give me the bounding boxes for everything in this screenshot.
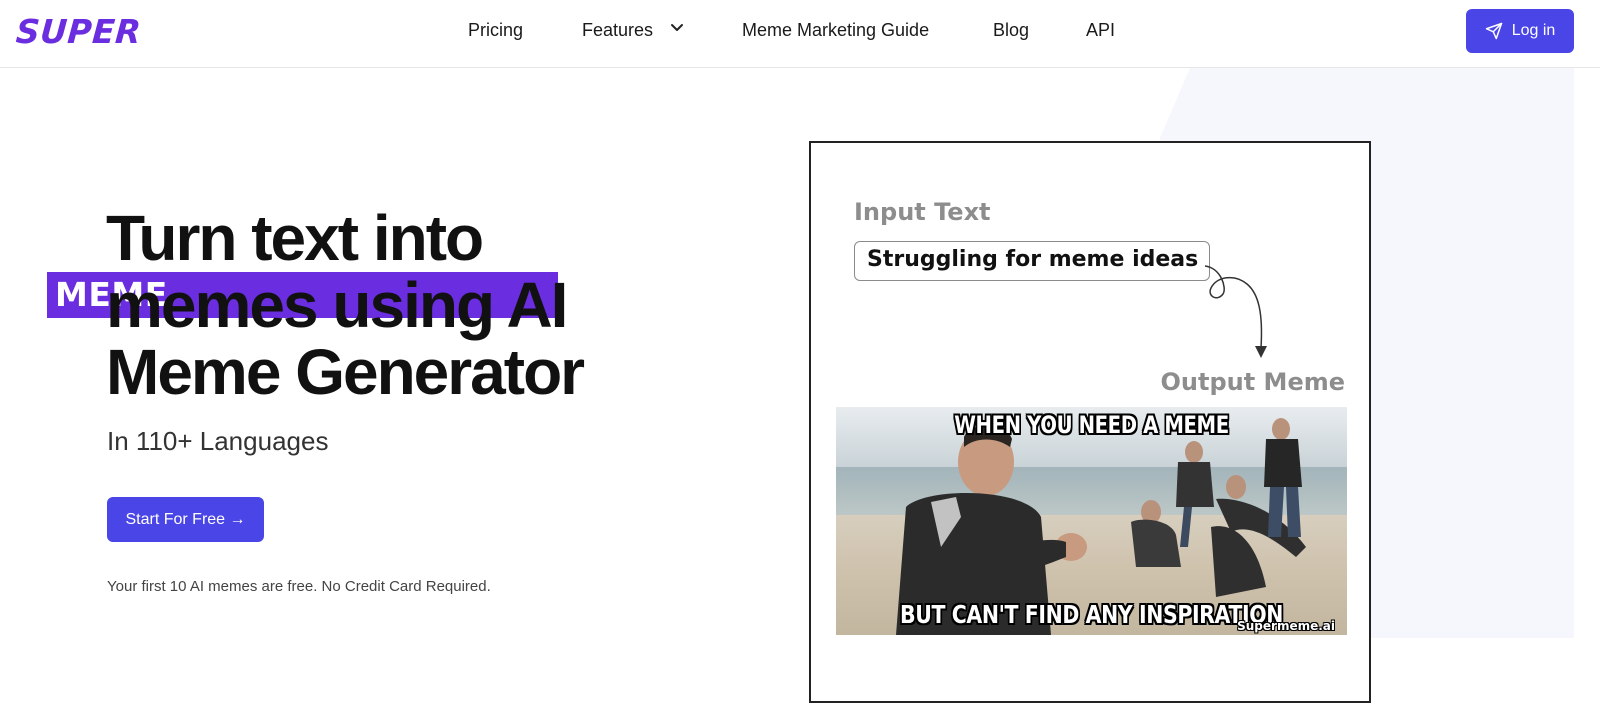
nav-features-dropdown[interactable]: Features	[582, 20, 653, 41]
input-text-label: Input Text	[854, 198, 991, 226]
nav-blog-link[interactable]: Blog	[993, 20, 1029, 41]
curved-arrow-icon	[1204, 265, 1267, 358]
nav-meme-marketing-guide-link[interactable]: Meme Marketing Guide	[742, 20, 929, 41]
meme-image: WHEN YOU NEED A MEME BUT CAN'T FIND ANY …	[836, 407, 1347, 635]
start-for-free-button[interactable]: Start For Free →	[107, 497, 264, 542]
logo-text-super: SUPER	[14, 11, 143, 51]
supermeme-logo[interactable]: SUPER MEME	[14, 8, 558, 318]
hero-title: Turn text into memes using AI Meme Gener…	[106, 202, 585, 408]
paper-plane-icon	[1485, 22, 1502, 40]
login-label: Log in	[1511, 22, 1556, 39]
free-memes-note: Your first 10 AI memes are free. No Cred…	[107, 578, 491, 595]
hero-subtitle: In 110+ Languages	[107, 426, 329, 456]
chevron-down-icon[interactable]	[670, 23, 684, 33]
demo-illustration: Input Text Struggling for meme ideas Out…	[809, 141, 1371, 703]
meme-watermark: Supermeme.ai	[1237, 619, 1335, 633]
input-text-example: Struggling for meme ideas	[854, 241, 1210, 281]
meme-top-caption: WHEN YOU NEED A MEME	[954, 411, 1229, 439]
nav-pricing-link[interactable]: Pricing	[468, 20, 523, 41]
output-meme-label: Output Meme	[1160, 368, 1346, 396]
site-header: SUPER MEME Pricing Features Meme Marketi…	[0, 0, 1600, 318]
login-button[interactable]: Log in	[1466, 9, 1574, 53]
nav-api-link[interactable]: API	[1086, 20, 1115, 41]
